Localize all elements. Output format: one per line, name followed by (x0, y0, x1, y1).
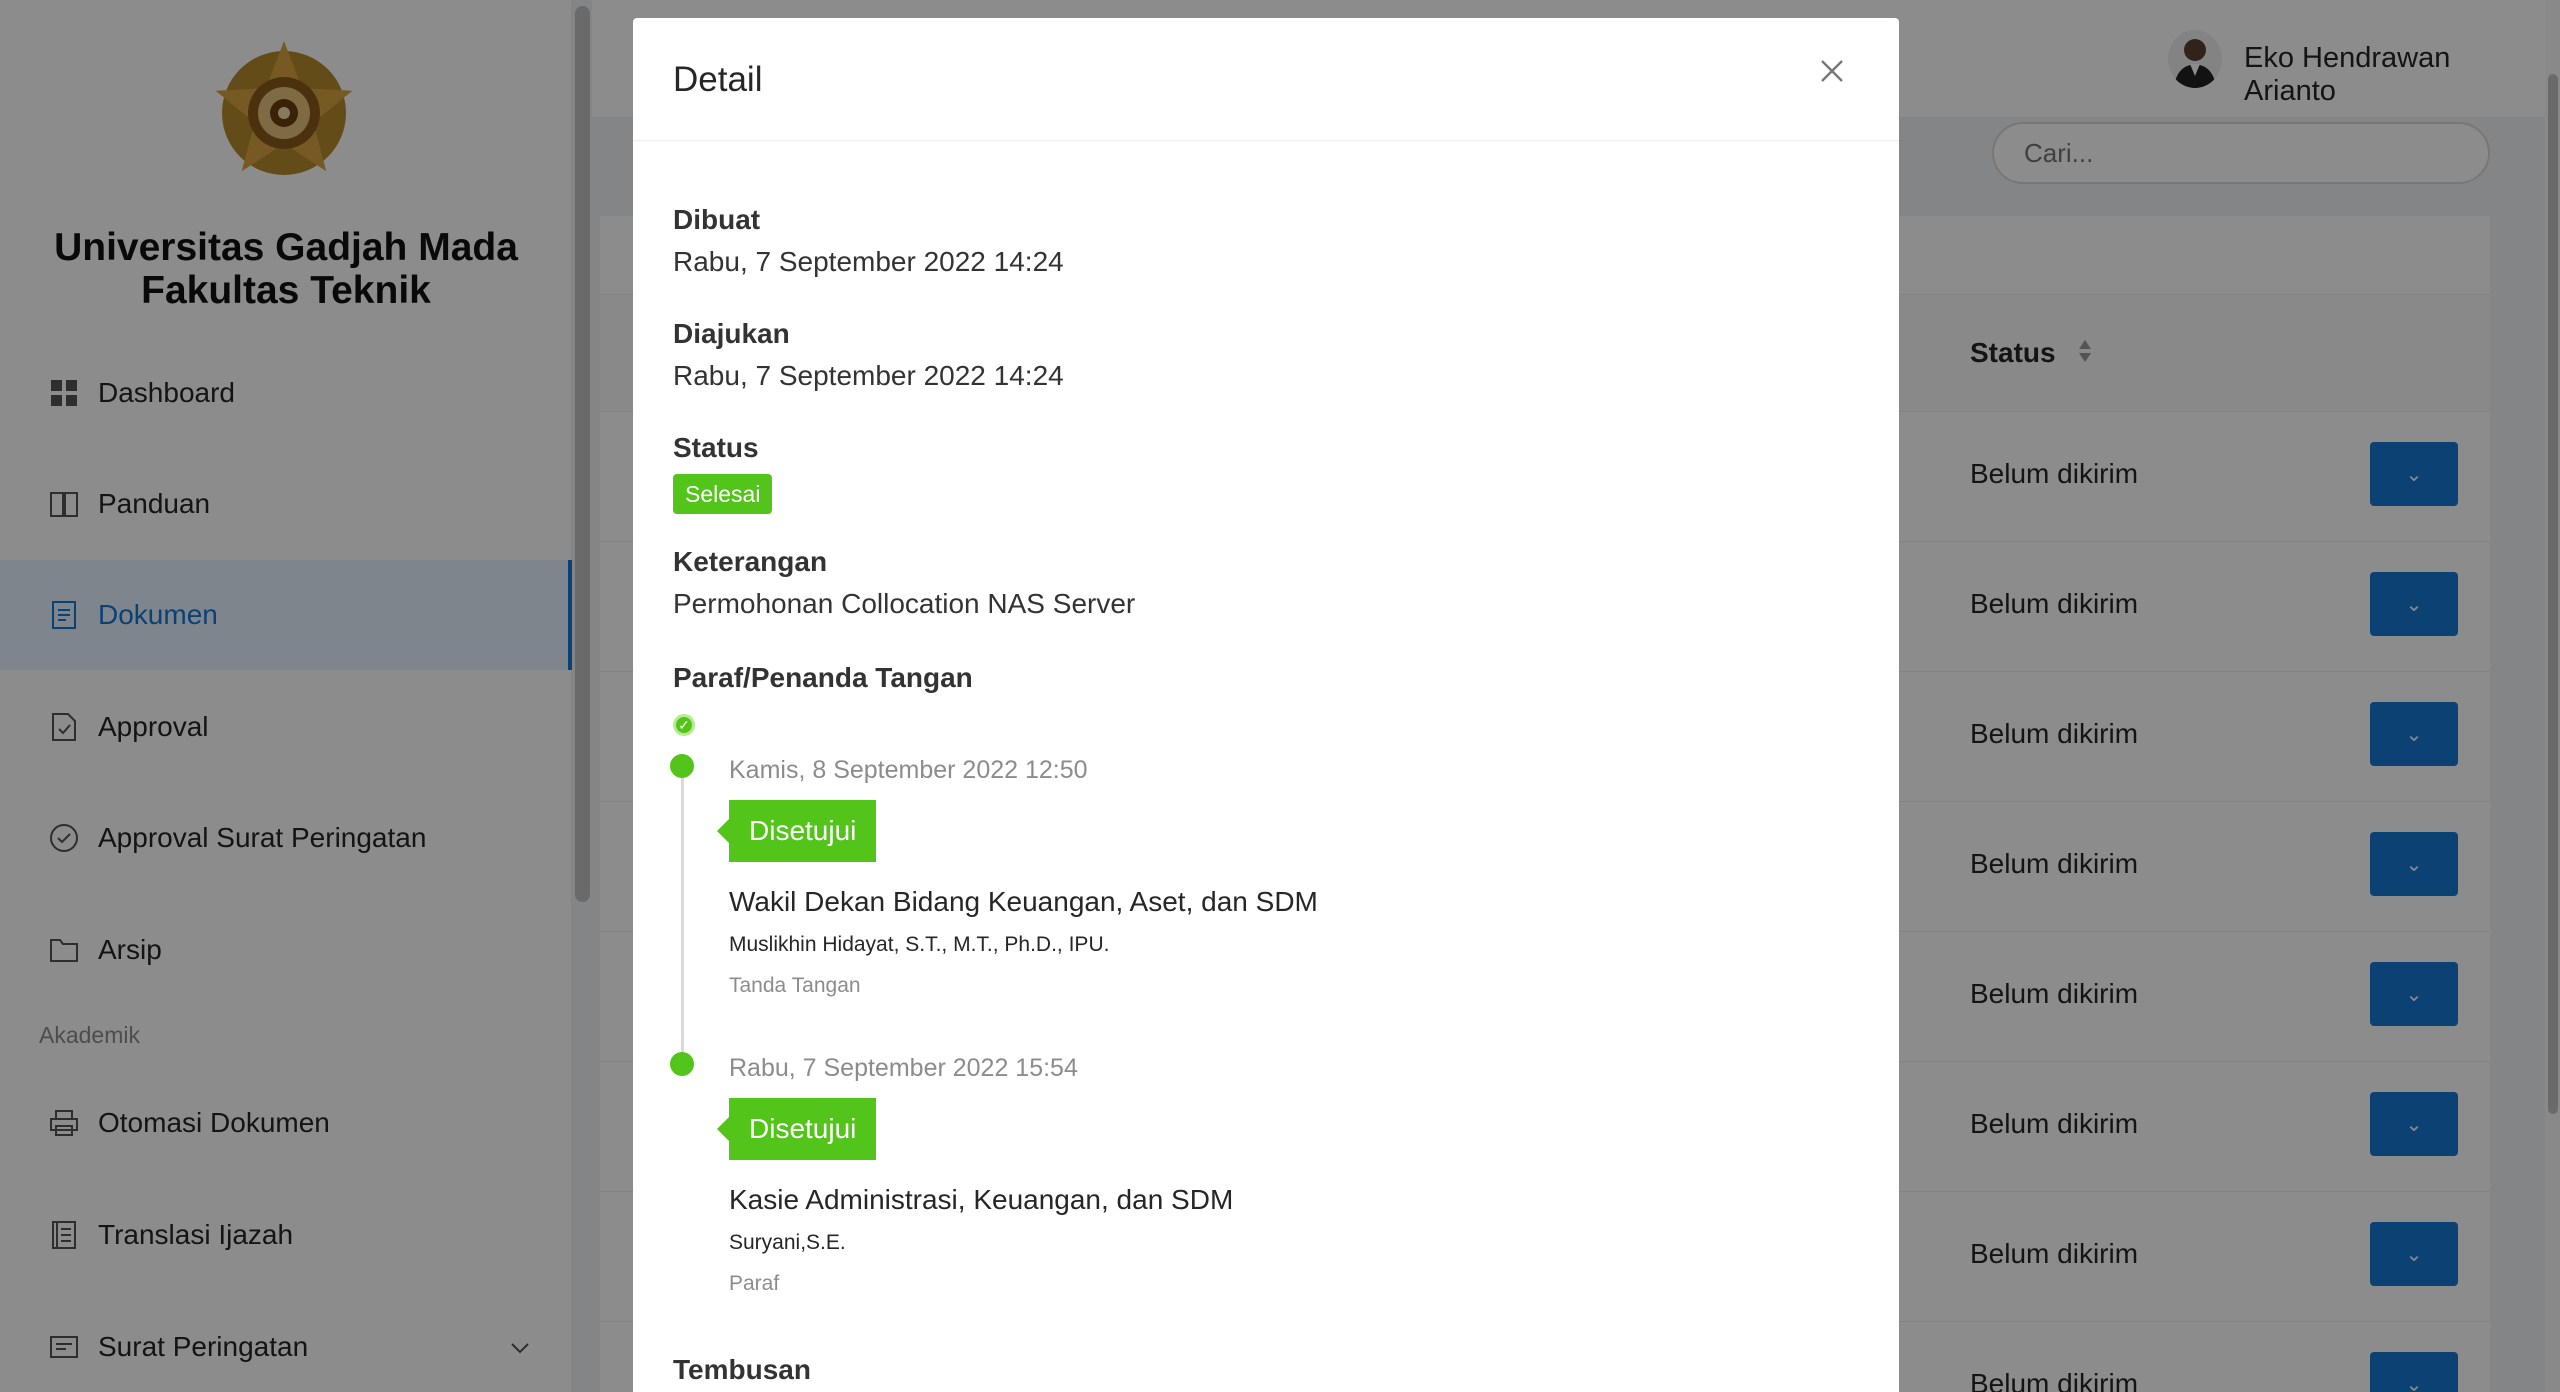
signer-name: Muslikhin Hidayat, S.T., M.T., Ph.D., IP… (729, 933, 1110, 956)
timeline-time: Kamis, 8 September 2022 12:50 (729, 756, 1088, 784)
timeline-time: Rabu, 7 September 2022 15:54 (729, 1054, 1078, 1082)
created-value: Rabu, 7 September 2022 14:24 (673, 246, 1064, 277)
timeline-dot (670, 1052, 694, 1076)
check-circle-icon: ✓ (673, 714, 695, 736)
modal-title: Detail (673, 60, 763, 99)
detail-modal: Detail Dibuat Rabu, 7 September 2022 14:… (633, 18, 1899, 1392)
status-badge: Selesai (673, 474, 773, 514)
signer-name: Suryani,S.E. (729, 1231, 846, 1254)
sign-type: Tanda Tangan (729, 974, 861, 997)
note-label: Keterangan (673, 546, 828, 577)
approved-badge: Disetujui (716, 800, 877, 862)
submitted-label: Diajukan (673, 318, 790, 349)
status-label: Status (673, 432, 759, 463)
sign-type: Paraf (729, 1272, 780, 1295)
note-value: Permohonan Collocation NAS Server (673, 588, 1136, 619)
sign-label: Paraf/Penanda Tangan (673, 662, 973, 693)
modal-divider (633, 140, 1899, 141)
close-icon[interactable] (1819, 56, 1845, 90)
created-label: Dibuat (673, 204, 761, 235)
submitted-value: Rabu, 7 September 2022 14:24 (673, 360, 1064, 391)
timeline-dot (670, 754, 694, 778)
signer-role: Wakil Dekan Bidang Keuangan, Aset, dan S… (729, 886, 1318, 917)
cc-label: Tembusan (673, 1354, 811, 1385)
timeline-line (681, 768, 684, 1068)
approved-badge: Disetujui (716, 1098, 877, 1160)
signer-role: Kasie Administrasi, Keuangan, dan SDM (729, 1184, 1234, 1215)
